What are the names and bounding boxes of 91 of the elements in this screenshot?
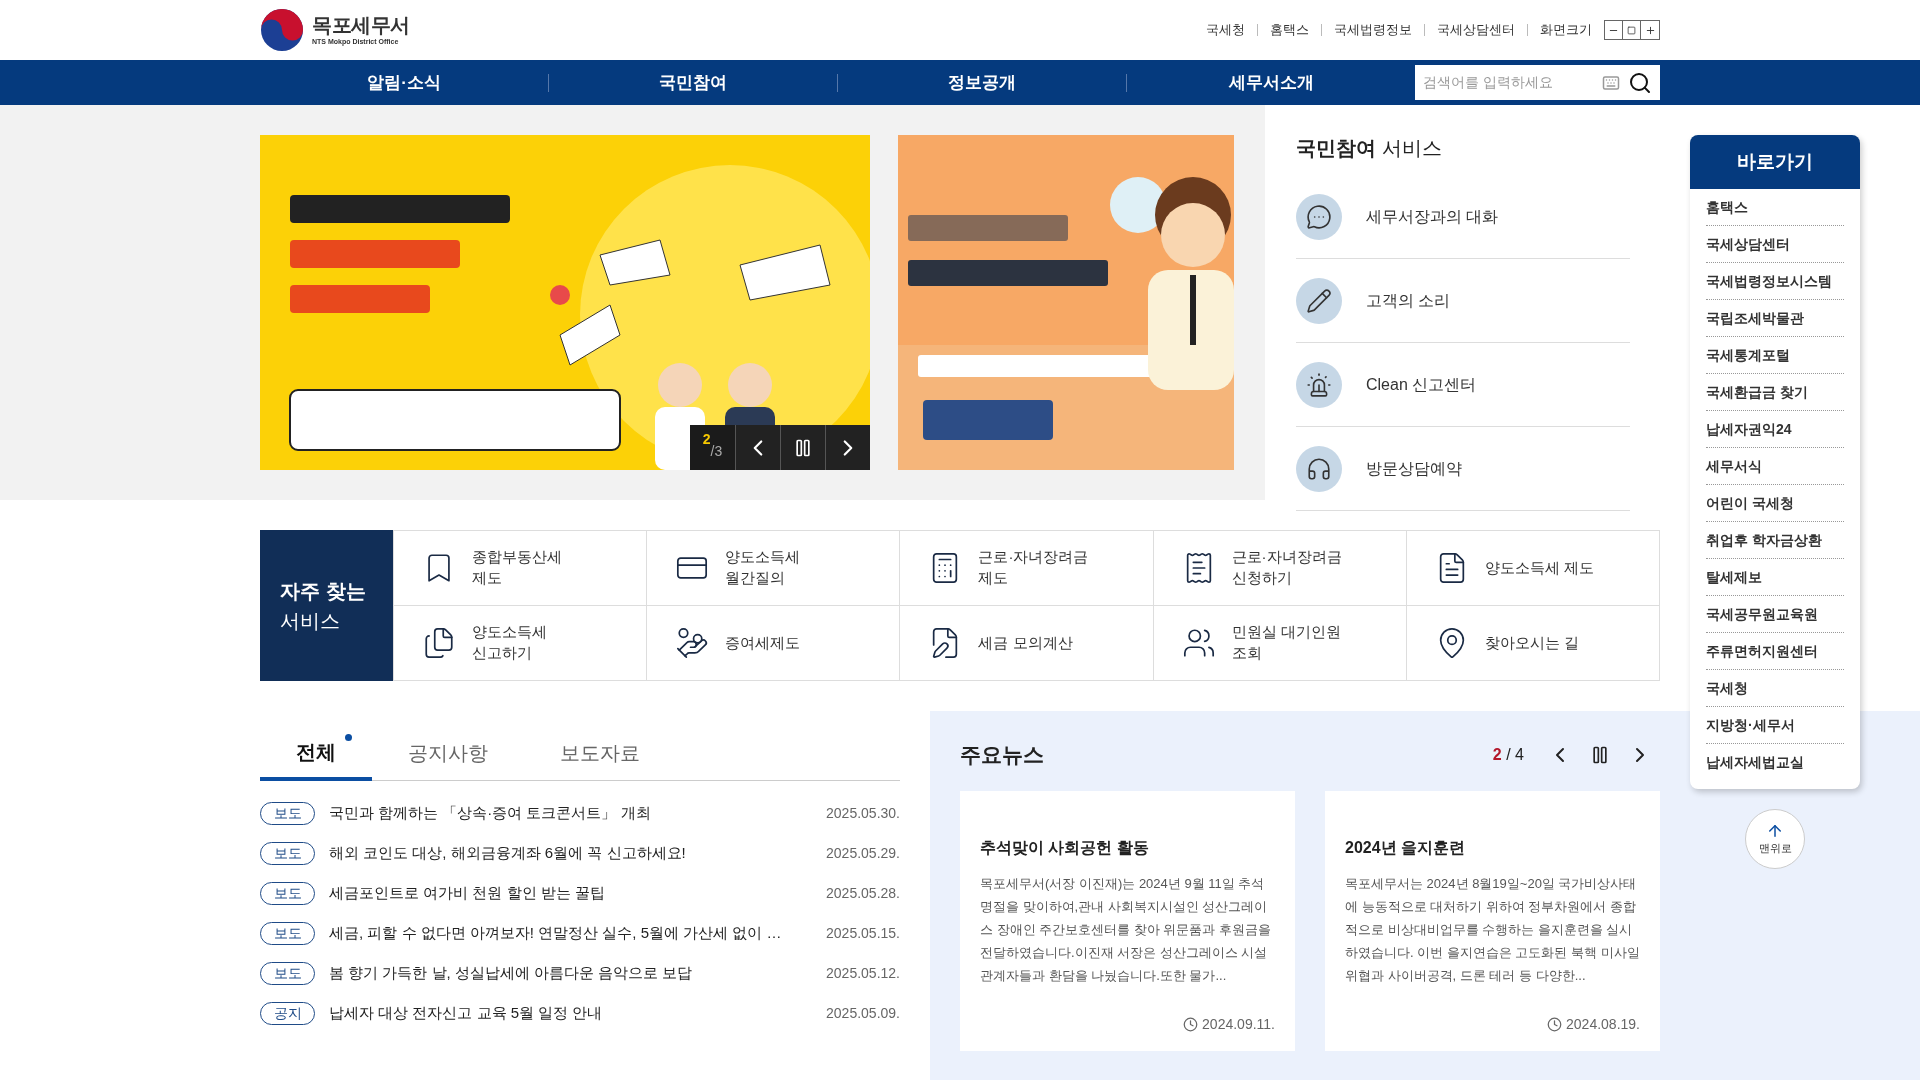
news-tab[interactable]: 보도자료	[524, 725, 676, 780]
quick-link[interactable]: 국세청	[1706, 670, 1844, 707]
chat-bubble-icon	[1296, 193, 1342, 240]
card-summary: 목포세무서는 2024년 8월19일~20일 국가비상사태에 능동적으로 대처하기 위하여 정부차원에서 종합적으로 비상대비업무를 수행하는 을지훈련을 실시하였습니다. 이번 을지연습은 고도화된 북핵 미사일 위협과 사이버공격, 드론 테러 등 다양한...	[1345, 875, 1640, 985]
search-field[interactable]: 검색어를 입력하세요	[1415, 65, 1660, 100]
slide-counter: 2 /3	[690, 425, 735, 470]
frequent-service-link[interactable]: 세금 모의계산	[899, 606, 1153, 681]
news-title[interactable]: 납세자 대상 전자신고 교육 5월 일정 안내	[329, 1001, 603, 1025]
card-date: 2024.08.19.	[1566, 1015, 1640, 1034]
news-date: 2025.05.28.	[826, 883, 900, 903]
frequent-service-link[interactable]: 찾아오시는 길	[1405, 606, 1659, 681]
news-tab[interactable]: 공지사항	[372, 725, 524, 780]
quick-link[interactable]: 국세환급금 찾기	[1706, 374, 1844, 411]
top-link[interactable]: 홈택스	[1258, 20, 1321, 40]
quick-link[interactable]: 탈세제보	[1706, 559, 1844, 596]
news-title[interactable]: 세금, 피할 수 없다면 아껴보자! 연말정산 실수, 5월에 가산세 없이 …	[329, 921, 782, 945]
service-link[interactable]: 세무서장과의 대화	[1296, 175, 1630, 259]
frequent-service-link[interactable]: 근로·자녀장려금 신청하기	[1152, 531, 1406, 606]
section-title: 주요뉴스	[960, 742, 1044, 769]
section-title: 국민참여 서비스	[1296, 137, 1442, 159]
quick-link[interactable]: 국세공무원교육원	[1706, 596, 1844, 633]
card-title: 추석맞이 사회공헌 활동	[980, 838, 1150, 858]
news-tab[interactable]: 전체	[260, 726, 372, 781]
top-link[interactable]: 국세법령정보	[1322, 20, 1424, 40]
news-title[interactable]: 국민과 함께하는 「상속·증여 토크콘서트」 개최	[329, 801, 651, 825]
plus-icon	[1644, 24, 1656, 36]
clock-icon	[1547, 1017, 1563, 1032]
documents-icon	[422, 626, 456, 660]
pause-button[interactable]	[780, 425, 825, 470]
site-title[interactable]: 목포세무서	[312, 13, 410, 39]
quick-link[interactable]: 국세상담센터	[1706, 226, 1844, 263]
bell-icon	[1296, 361, 1342, 408]
keyboard-icon[interactable]	[1602, 73, 1620, 92]
service-link[interactable]: Clean 신고센터	[1296, 343, 1630, 427]
news-title[interactable]: 세금포인트로 여가비 천원 할인 받는 꿀팁	[329, 881, 605, 905]
nav-item[interactable]: 정보공개	[838, 69, 1126, 96]
top-link[interactable]: 국세청	[1194, 20, 1257, 40]
service-link[interactable]: 고객의 소리	[1296, 259, 1630, 343]
card-summary: 목포세무서(서장 이진재)는 2024년 9월 11일 추석 명절을 맞이하여,관내 사회복지시설인 성산그레이스 장애인 주간보호센터를 찾아 위문품과 후원금을 전달하였습니다.이진재 서장은 성산그레이스 시설 관계자들과 환담을 나눴습니다.또한 물가...	[980, 875, 1273, 985]
top-link[interactable]: 국세상담센터	[1425, 20, 1527, 40]
service-link[interactable]: 방문상담예약	[1296, 427, 1630, 511]
nav-item[interactable]: 세무서소개	[1127, 69, 1415, 96]
frequent-title: 자주 찾는	[280, 578, 367, 604]
frequent-subtitle: 서비스	[280, 608, 341, 634]
next-button[interactable]	[825, 425, 870, 470]
frequent-service-link[interactable]: 증여세제도	[646, 606, 900, 681]
frequent-service-link[interactable]: 양도소득세 신고하기	[393, 606, 647, 681]
frequent-service-link[interactable]: 양도소득세 월간질의	[646, 531, 900, 606]
news-date: 2025.05.29.	[826, 843, 900, 863]
pause-icon	[1590, 745, 1610, 765]
previous-button[interactable]	[735, 425, 780, 470]
news-date: 2025.05.30.	[826, 803, 900, 823]
hand-coin-icon	[675, 626, 710, 660]
card-date: 2024.09.11.	[1202, 1015, 1275, 1034]
search-icon[interactable]	[1628, 70, 1652, 95]
font-size-label: 화면크기	[1539, 21, 1593, 40]
search-input[interactable]: 검색어를 입력하세요	[1423, 72, 1602, 93]
quick-link[interactable]: 국립조세박물관	[1706, 300, 1844, 337]
frequent-service-link[interactable]: 종합부동산세 제도	[393, 531, 647, 606]
news-date: 2025.05.12.	[826, 963, 900, 983]
headset-icon	[1296, 445, 1342, 492]
quick-link[interactable]: 납세자세법교실	[1706, 744, 1844, 781]
quick-link[interactable]: 홈택스	[1706, 189, 1844, 226]
news-title[interactable]: 봄 향기 가득한 날, 성실납세에 아름다운 음악으로 보답	[329, 961, 693, 985]
page-counter: 2 / 4	[1492, 745, 1524, 765]
clock-icon	[1183, 1017, 1199, 1032]
people-icon	[1181, 626, 1216, 660]
quick-link[interactable]: 국세통계포털	[1706, 337, 1844, 374]
quick-links-title: 바로가기	[1690, 135, 1860, 189]
nav-item[interactable]: 국민참여	[549, 69, 837, 96]
news-date: 2025.05.15.	[826, 923, 900, 943]
frequent-service-link[interactable]: 근로·자녀장려금 제도	[899, 531, 1153, 606]
quick-link[interactable]: 어린이 국세청	[1706, 485, 1844, 522]
quick-link[interactable]: 세무서식	[1706, 448, 1844, 485]
square-icon	[1627, 25, 1636, 35]
quick-link[interactable]: 주류면허지원센터	[1706, 633, 1844, 670]
news-title[interactable]: 해외 코인도 대상, 해외금융계좌 6월에 꼭 신고하세요!	[329, 841, 686, 865]
quick-link[interactable]: 취업후 학자금상환	[1706, 522, 1844, 559]
news-date: 2025.05.09.	[826, 1003, 900, 1023]
pencil-icon	[1296, 277, 1342, 324]
quick-link[interactable]: 납세자권익24	[1706, 411, 1844, 448]
quick-link[interactable]: 국세법령정보시스템	[1706, 263, 1844, 300]
quick-link[interactable]: 지방청·세무서	[1706, 707, 1844, 744]
card-title: 2024년 을지훈련	[1345, 838, 1467, 858]
frequent-service-link[interactable]: 민원실 대기인원 조회	[1152, 606, 1406, 681]
news-card[interactable]: 2024년 을지훈련 목포세무서는 2024년 8월19일~20일 국가비상사태에 능동적으로 대처하기 위하여 정부차원에서 종합적으로 비상대비업무를 수행하는 을지훈련을 실시하였습니다. 이번 을지연습은 고도화된 북핵 미사일 위협과 사이버공격, 드론 테러 등 다양한... 2024.08.19.	[1325, 791, 1660, 1051]
nav-item[interactable]: 알림·소식	[260, 69, 548, 96]
pause-icon	[793, 437, 813, 458]
frequent-service-link[interactable]: 양도소득세 제도	[1405, 531, 1659, 606]
news-card[interactable]: 추석맞이 사회공헌 활동 목포세무서(서장 이진재)는 2024년 9월 11일 추석 명절을 맞이하여,관내 사회복지시설인 성산그레이스 장애인 주간보호센터를 찾아 위문품과 후원금을 전달하였습니다.이진재 서장은 성산그레이스 시설 관계자들과 환담을 나눴습니다.또한 물가... 2024.09.11.	[960, 791, 1295, 1051]
logo-icon[interactable]	[260, 8, 304, 52]
